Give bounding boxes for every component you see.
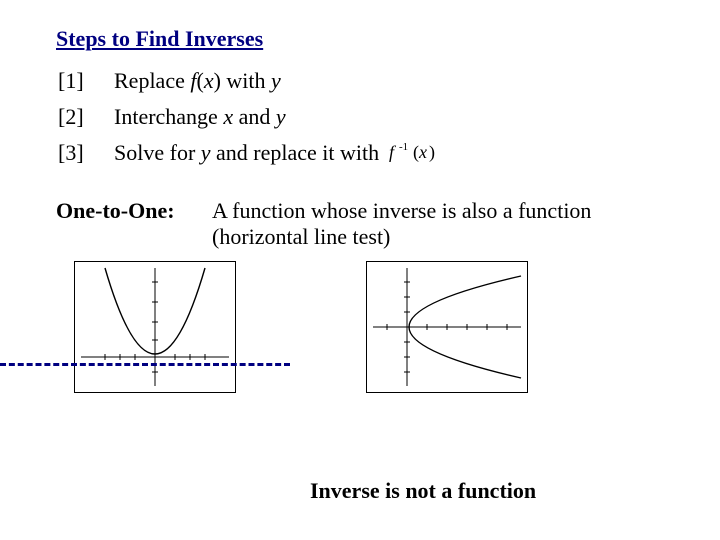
var-y: y xyxy=(276,104,286,129)
steps-list: [1] Replace f(x) with y [2] Interchange … xyxy=(58,68,664,170)
var-x: x xyxy=(204,68,214,93)
text: with xyxy=(221,68,271,93)
graph-parabola xyxy=(74,261,236,393)
text: ( xyxy=(196,68,203,93)
graphs-container xyxy=(56,261,664,393)
horizontal-test-line xyxy=(0,363,290,366)
svg-text:): ) xyxy=(429,142,435,163)
definition-text: A function whose inverse is also a funct… xyxy=(212,198,664,251)
graph-sideways-parabola xyxy=(366,261,528,393)
text: Solve for xyxy=(114,140,201,165)
text: Replace xyxy=(114,68,190,93)
var-x: x xyxy=(223,104,233,129)
svg-text:-1: -1 xyxy=(399,141,408,153)
text: and replace it with xyxy=(211,140,385,165)
step-number: [2] xyxy=(58,104,114,130)
step-text: Replace f(x) with y xyxy=(114,68,664,94)
svg-text:f: f xyxy=(389,142,397,162)
var-y: y xyxy=(271,68,281,93)
step-text: Interchange x and y xyxy=(114,104,664,130)
text: ) xyxy=(214,68,221,93)
text: A function whose inverse is also a funct… xyxy=(212,198,591,223)
f-inverse-notation: f -1 ( x ) xyxy=(385,140,445,170)
section-heading: Steps to Find Inverses xyxy=(56,26,664,52)
step-text: Solve for y and replace it with f -1 ( x… xyxy=(114,140,664,170)
text: Interchange xyxy=(114,104,223,129)
step-number: [3] xyxy=(58,140,114,166)
step-number: [1] xyxy=(58,68,114,94)
step-row: [1] Replace f(x) with y xyxy=(58,68,664,94)
step-row: [3] Solve for y and replace it with f -1… xyxy=(58,140,664,170)
var-y: y xyxy=(201,140,211,165)
text: (horizontal line test) xyxy=(212,224,390,249)
svg-text:x: x xyxy=(418,142,427,162)
definition-label: One-to-One: xyxy=(56,198,212,224)
caption-text: Inverse is not a function xyxy=(310,478,536,504)
text: and xyxy=(233,104,276,129)
step-row: [2] Interchange x and y xyxy=(58,104,664,130)
definition-row: One-to-One: A function whose inverse is … xyxy=(56,198,664,251)
